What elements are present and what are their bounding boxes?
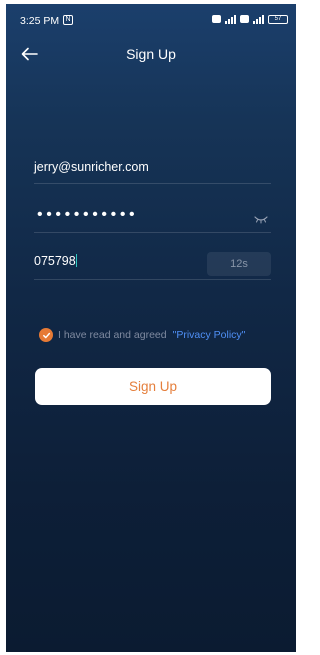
status-time: 3:25 PM xyxy=(20,15,60,27)
agreement-row: I have read and agreed "Privacy Policy" xyxy=(39,327,245,343)
verification-code-field[interactable]: 075798 12s xyxy=(34,248,271,280)
text-cursor xyxy=(75,254,78,267)
code-text: 075798 xyxy=(34,254,78,268)
agreement-checkbox[interactable] xyxy=(39,328,53,342)
eye-closed-icon xyxy=(254,216,268,224)
privacy-policy-link[interactable]: "Privacy Policy" xyxy=(173,329,246,341)
sign-up-button[interactable]: Sign Up xyxy=(35,368,271,405)
page-title: Sign Up xyxy=(126,46,176,62)
volte-icon xyxy=(212,15,221,23)
agreement-text: I have read and agreed xyxy=(58,329,167,341)
signal-icon-2 xyxy=(253,14,264,24)
email-value: jerry@sunricher.com xyxy=(34,160,149,174)
email-field[interactable]: jerry@sunricher.com xyxy=(34,154,271,184)
battery-icon: 57 xyxy=(268,14,288,24)
code-value: 075798 xyxy=(34,254,76,268)
nfc-icon: N xyxy=(63,15,73,25)
signal-icon xyxy=(225,14,236,24)
password-field[interactable]: ••••••••••• xyxy=(34,201,271,233)
checkmark-icon xyxy=(42,332,50,338)
password-mask: ••••••••••• xyxy=(37,206,139,223)
status-bar: 3:25 PM N 57 xyxy=(6,4,296,34)
toggle-password-visibility[interactable] xyxy=(253,211,269,224)
status-icons: 57 xyxy=(212,14,288,24)
resend-countdown-button[interactable]: 12s xyxy=(207,252,271,276)
signup-screen: 3:25 PM N 57 Sign Up jerry@sunricher.com… xyxy=(6,4,296,652)
volte-icon-2 xyxy=(240,15,249,23)
